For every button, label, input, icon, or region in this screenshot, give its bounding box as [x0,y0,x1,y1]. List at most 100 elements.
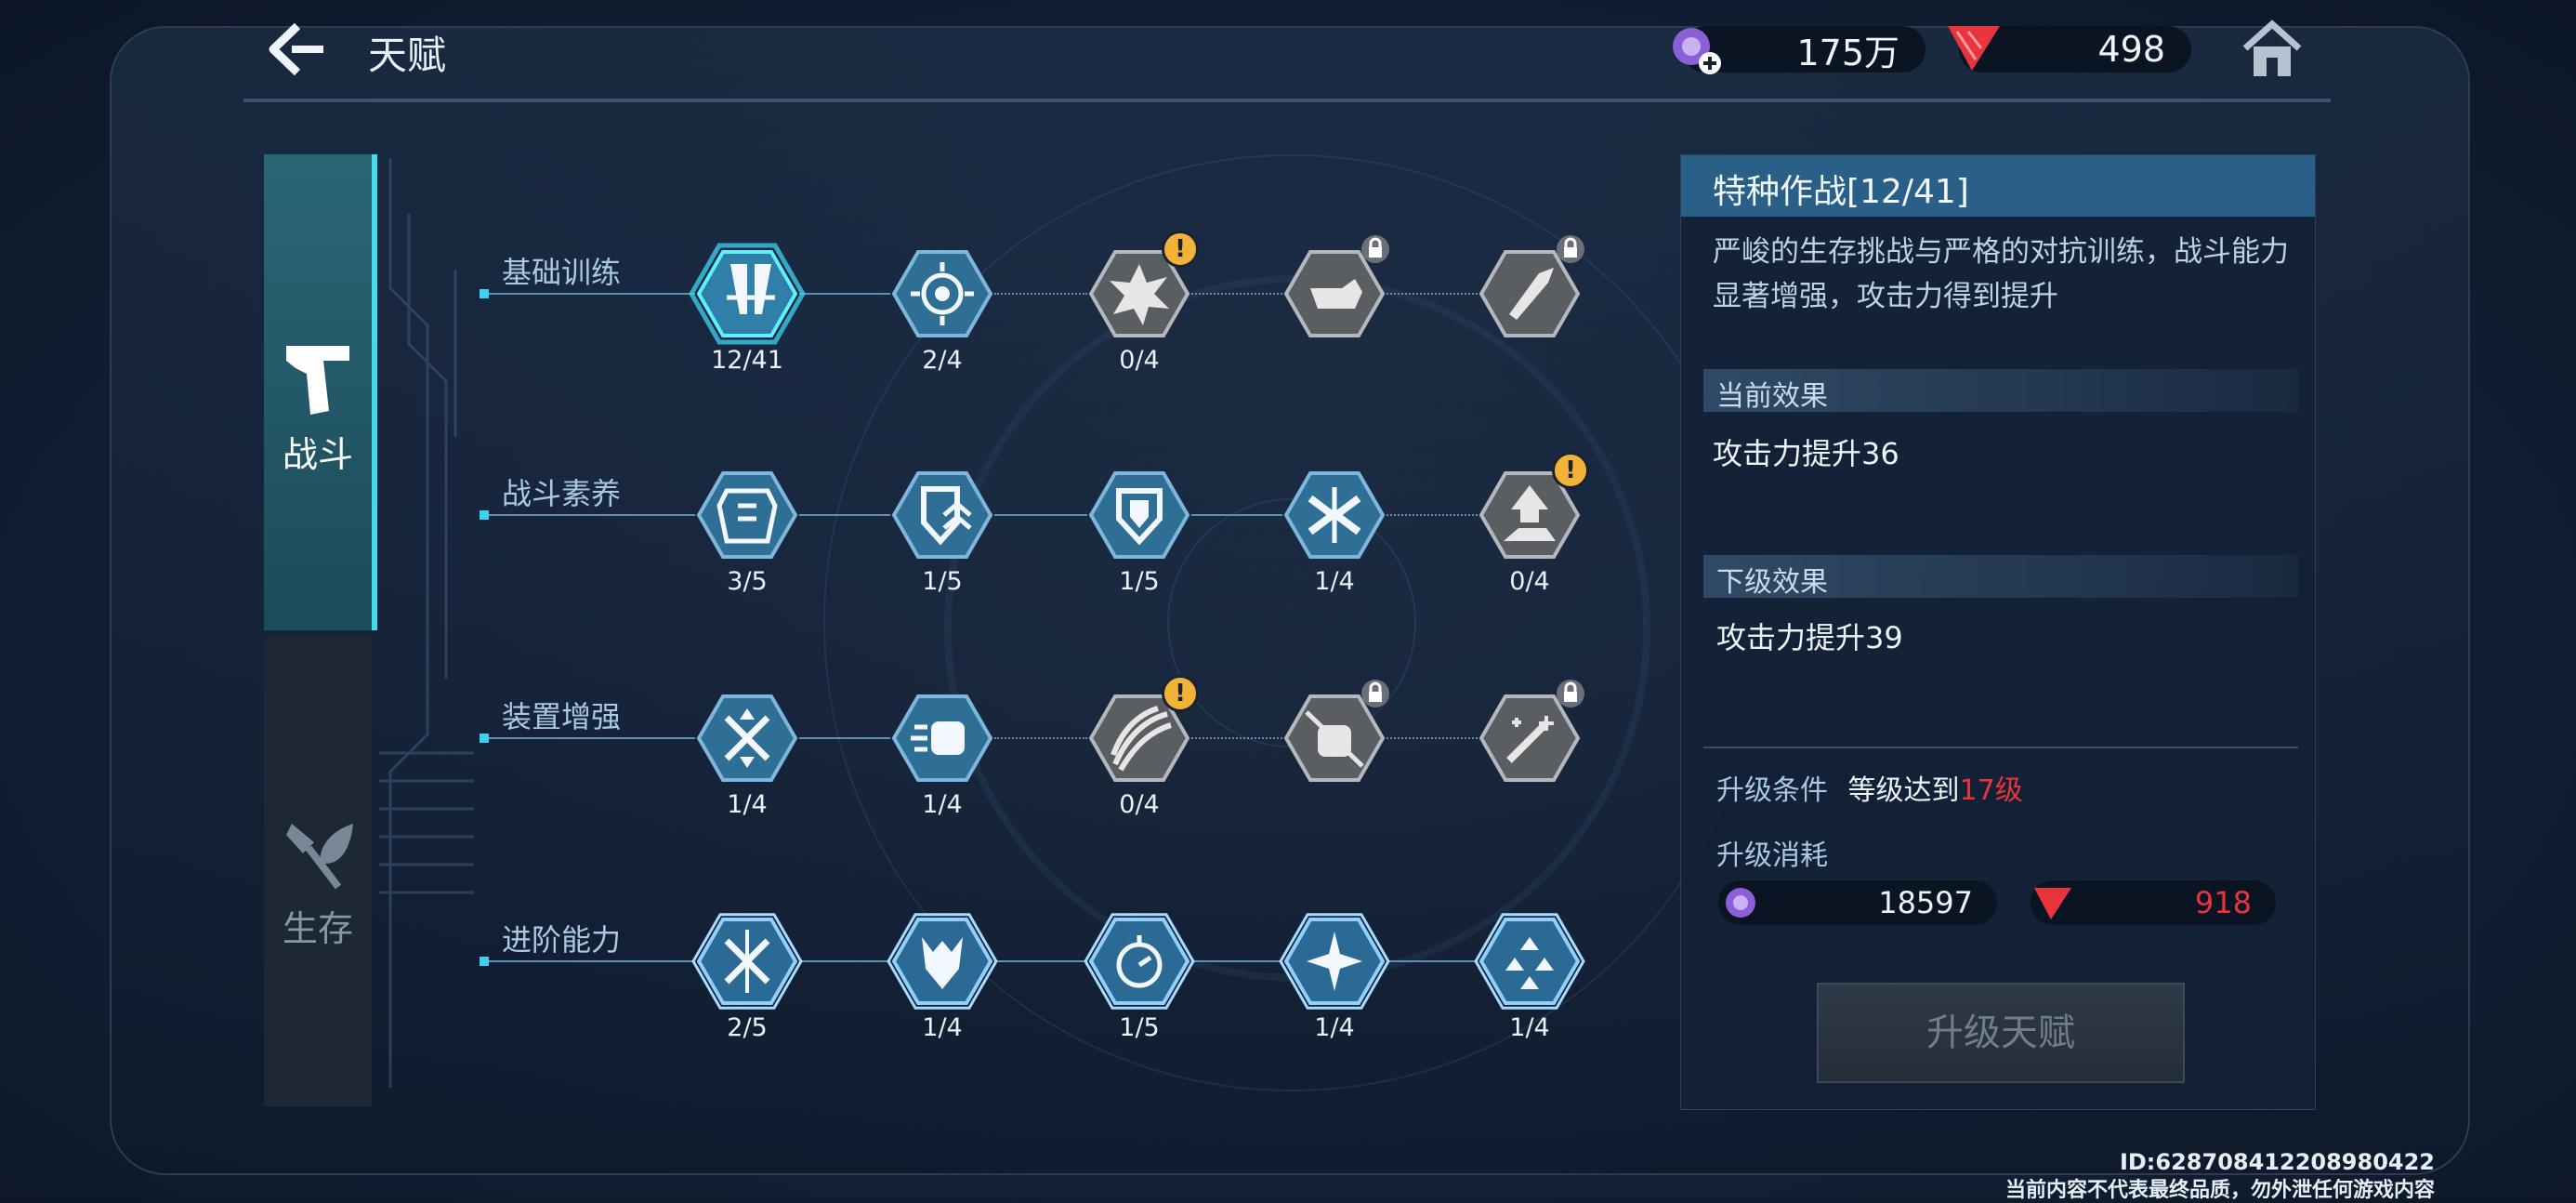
shield-double-icon [1088,471,1190,559]
arrows-scatter-icon [696,694,798,782]
node-connector [1387,960,1478,962]
alert-badge-icon: ! [1162,231,1199,268]
talent-node[interactable] [885,457,1000,573]
node-connector [994,960,1087,962]
row-start-marker [480,510,489,520]
talent-node[interactable] [690,236,805,351]
current-effect-label: 当前效果 [1716,380,1828,413]
node-connector [799,514,890,516]
panel-divider [1703,747,2298,748]
player-id-text: ID:628708412208980422 [2119,1149,2435,1175]
panel-header: 特种作战[12/41] [1681,155,2315,217]
lock-icon [1557,680,1584,707]
next-effect-label: 下级效果 [1716,566,1828,599]
row-connector [489,514,695,516]
talent-level-count: 2/4 [922,346,963,375]
talent-detail-panel: 特种作战[12/41] 严峻的生存挑战与严格的对抗训练，战斗能力显著增强，攻击力… [1680,154,2316,1110]
talent-node[interactable] [885,904,1000,1019]
talent-title: 特种作战[12/41] [1713,173,1969,211]
red-amount: 498 [2097,29,2165,70]
home-button[interactable] [2240,19,2305,80]
alert-badge-icon: ! [1162,675,1199,712]
row-label: 基础训练 [502,255,622,290]
row-start-marker [480,957,489,966]
talent-node[interactable] [1277,904,1392,1019]
crystal-add-icon[interactable] [1665,20,1727,78]
talent-node[interactable] [690,904,805,1019]
talent-node[interactable] [1472,904,1587,1019]
talent-node[interactable] [1082,457,1197,573]
node-connector [1387,514,1478,516]
row-label: 战斗素养 [502,476,622,511]
talent-node[interactable]: ! [1082,675,1199,796]
upgrade-talent-button[interactable]: 升级天赋 [1817,983,2185,1083]
talent-node[interactable] [1277,680,1392,796]
hex-cluster-icon [1474,913,1585,1010]
row-connector [489,960,695,962]
talent-level-count: 1/5 [922,567,963,596]
talent-node[interactable] [1472,235,1587,351]
row-connector [489,737,695,739]
talent-node[interactable] [885,681,1000,796]
talent-level-count: 1/4 [1314,1013,1355,1042]
talent-description: 严峻的生存挑战与严格的对抗训练，战斗能力显著增强，攻击力得到提升 [1713,235,2289,313]
row-connector [489,293,695,295]
condition-text: 等级达到 [1847,774,1960,807]
cost-red-value: 918 [2194,885,2252,920]
row-label: 装置增强 [502,699,622,734]
talent-node[interactable]: ! [1472,452,1589,573]
home-icon [2242,20,2302,76]
lock-icon [1361,235,1389,263]
beast-head-icon [887,913,998,1010]
node-connector [1191,514,1282,516]
talent-level-count: 1/4 [922,790,963,819]
talent-node[interactable] [1277,457,1392,573]
stopwatch-icon [1084,913,1195,1010]
node-connector [1387,737,1478,739]
fist-speed-icon [891,694,993,782]
page-title: 天赋 [368,33,447,78]
cost-crystal-icon [1726,888,1755,918]
node-connector [994,293,1087,295]
talent-node[interactable] [1082,904,1197,1019]
tab-survival[interactable]: 生存 [264,636,372,1106]
talent-node[interactable] [690,457,805,573]
blades-icon [690,243,805,345]
node-connector [1191,293,1282,295]
talent-node[interactable]: ! [1082,231,1199,351]
row-start-marker [480,289,489,298]
back-arrow-icon [269,22,323,76]
next-effect-header: 下级效果 [1703,555,2298,599]
talent-level-count: 0/4 [1119,346,1160,375]
lock-icon [1557,235,1584,263]
talent-level-count: 1/4 [1314,567,1355,596]
talent-level-count: 2/5 [727,1013,768,1042]
upgrade-condition: 升级条件 等级达到17级 [1716,767,2023,808]
condition-level: 17级 [1959,774,2023,807]
disclaimer-text: 当前内容不代表最终品质，勿外泄任何游戏内容 [2004,1179,2435,1202]
talent-node[interactable] [1277,235,1392,351]
crystal-amount: 175万 [1796,32,1899,73]
node-connector [994,737,1087,739]
current-effect-header: 当前效果 [1703,369,2298,413]
talent-level-count: 1/4 [922,1013,963,1042]
talent-node[interactable] [885,236,1000,351]
node-connector [799,737,890,739]
back-button[interactable] [266,20,331,78]
talent-node[interactable] [690,681,805,796]
node-connector [799,293,890,295]
red-shard-icon [1948,26,2000,71]
leaf-axe-icon [286,824,353,890]
condition-label: 升级条件 [1716,774,1828,807]
circuit-decor [379,158,474,1088]
arrows-cross-icon [1283,471,1386,559]
tab-combat[interactable]: 战斗 [264,154,377,630]
tab-combat-label: 战斗 [282,434,353,475]
node-connector [1191,737,1282,739]
talent-node[interactable] [1472,680,1587,796]
cost-crystal-display: 18597 [1718,880,1997,925]
node-connector [1191,960,1282,962]
tab-survival-label: 生存 [282,908,353,949]
talent-level-count: 12/41 [711,346,783,375]
talent-level-count: 1/4 [1509,1013,1550,1042]
